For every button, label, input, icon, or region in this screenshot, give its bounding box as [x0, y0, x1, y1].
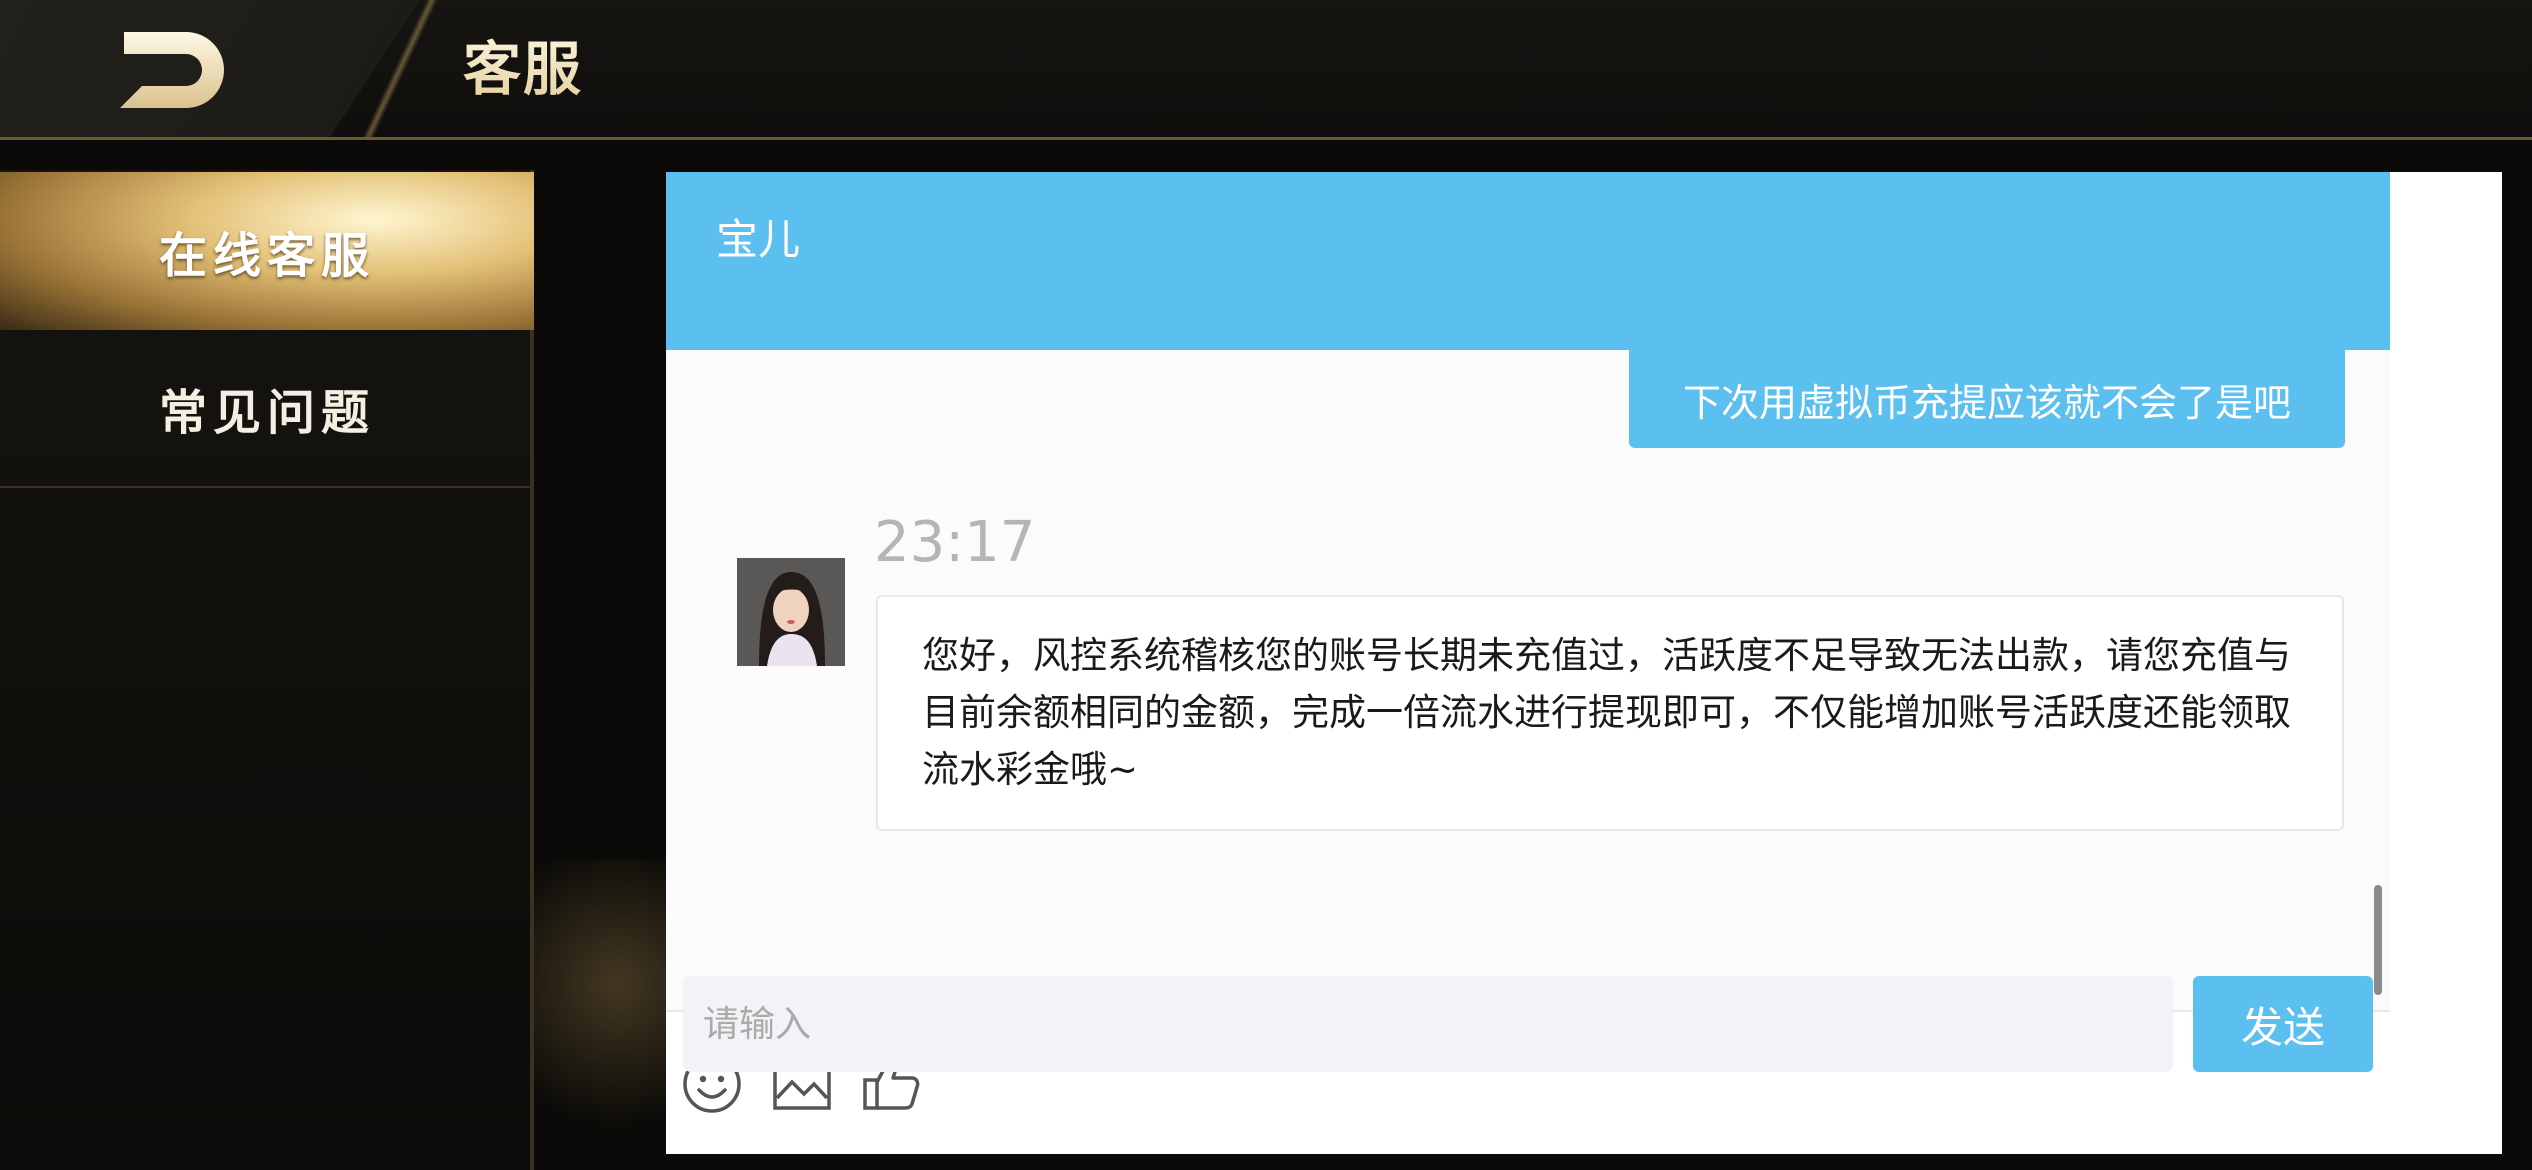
message-list[interactable]: 下次用虚拟币充提应该就不会了是吧 23:17 您好，风控系统稽核您的账号长期未充… — [666, 350, 2390, 1012]
message-time: 23:17 — [874, 510, 1036, 575]
scrollbar[interactable] — [2374, 885, 2382, 995]
agent-avatar-image — [737, 558, 845, 666]
page-title: 客服 — [463, 22, 583, 106]
chat-panel: 宝儿 下次用虚拟币充提应该就不会了是吧 23:17 您好，风控系统稽核您的账号长… — [666, 172, 2502, 1154]
sidebar-item-label: 在线客服 — [158, 228, 375, 284]
message-text: 您好，风控系统稽核您的账号长期未充值过，活跃度不足导致无法出款，请您充值与目前余… — [922, 634, 2291, 791]
sidebar-item-faq[interactable]: 常见问题 — [0, 330, 534, 488]
back-area-edge — [310, 0, 440, 137]
back-button[interactable] — [120, 26, 240, 110]
message-input[interactable] — [683, 976, 2173, 1072]
avatar — [737, 558, 845, 666]
sidebar: 在线客服 常见问题 — [0, 170, 534, 1170]
sidebar-item-label: 常见问题 — [158, 385, 375, 441]
outgoing-message: 下次用虚拟币充提应该就不会了是吧 — [1629, 350, 2345, 448]
agent-name: 宝儿 — [716, 215, 801, 264]
message-text: 下次用虚拟币充提应该就不会了是吧 — [1682, 380, 2291, 425]
sidebar-item-online-service[interactable]: 在线客服 — [0, 172, 534, 330]
incoming-message: 您好，风控系统稽核您的账号长期未充值过，活跃度不足导致无法出款，请您充值与目前余… — [876, 595, 2344, 831]
background-decoration — [534, 860, 674, 1170]
chat-header: 宝儿 — [666, 172, 2390, 350]
send-button[interactable]: 发送 — [2193, 976, 2373, 1072]
back-arrow-icon — [120, 32, 224, 108]
top-bar: 客服 — [0, 0, 2532, 140]
